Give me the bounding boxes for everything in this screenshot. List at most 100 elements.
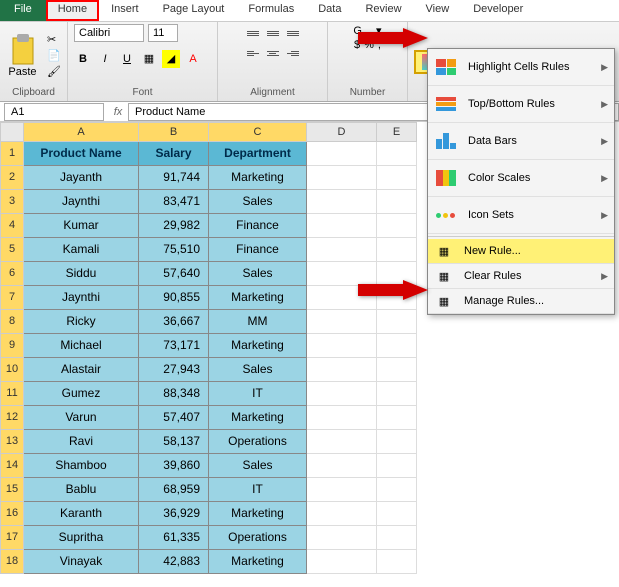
col-header-B[interactable]: B bbox=[139, 122, 209, 142]
cell[interactable]: Marketing bbox=[209, 166, 307, 190]
row-header[interactable]: 18 bbox=[0, 550, 24, 574]
cell[interactable]: Department bbox=[209, 142, 307, 166]
cell[interactable]: Operations bbox=[209, 526, 307, 550]
cell[interactable]: 91,744 bbox=[139, 166, 209, 190]
fx-icon[interactable]: fx bbox=[108, 106, 128, 118]
cell[interactable] bbox=[307, 478, 377, 502]
menu-top-bottom[interactable]: Top/Bottom Rules ▶ bbox=[428, 86, 614, 123]
cell[interactable]: Jaynthi bbox=[24, 190, 139, 214]
border-button[interactable]: ▦ bbox=[140, 50, 158, 68]
menu-icon-sets[interactable]: Icon Sets ▶ bbox=[428, 197, 614, 234]
cell[interactable] bbox=[377, 430, 417, 454]
row-header[interactable]: 11 bbox=[0, 382, 24, 406]
align-middle-button[interactable] bbox=[264, 24, 282, 42]
cell[interactable]: Ricky bbox=[24, 310, 139, 334]
cell[interactable]: 88,348 bbox=[139, 382, 209, 406]
row-header[interactable]: 13 bbox=[0, 430, 24, 454]
cell[interactable]: Alastair bbox=[24, 358, 139, 382]
row-header[interactable]: 8 bbox=[0, 310, 24, 334]
bold-button[interactable]: B bbox=[74, 50, 92, 68]
cell[interactable] bbox=[307, 334, 377, 358]
cell[interactable] bbox=[307, 358, 377, 382]
cell[interactable]: Marketing bbox=[209, 406, 307, 430]
tab-formulas[interactable]: Formulas bbox=[236, 0, 306, 21]
cell[interactable]: Marketing bbox=[209, 286, 307, 310]
tab-developer[interactable]: Developer bbox=[461, 0, 535, 21]
tab-insert[interactable]: Insert bbox=[99, 0, 151, 21]
copy-icon[interactable]: 📄 bbox=[47, 49, 61, 63]
cell[interactable] bbox=[307, 550, 377, 574]
cell[interactable]: Jayanth bbox=[24, 166, 139, 190]
row-header[interactable]: 7 bbox=[0, 286, 24, 310]
cell[interactable]: Marketing bbox=[209, 502, 307, 526]
name-box[interactable] bbox=[4, 103, 104, 121]
cell[interactable]: 61,335 bbox=[139, 526, 209, 550]
cell[interactable]: Vinayak bbox=[24, 550, 139, 574]
cell[interactable]: Marketing bbox=[209, 334, 307, 358]
cell[interactable]: Kamali bbox=[24, 238, 139, 262]
tab-page-layout[interactable]: Page Layout bbox=[151, 0, 237, 21]
cell[interactable] bbox=[377, 358, 417, 382]
format-painter-icon[interactable]: 🖌 bbox=[47, 65, 61, 79]
cell[interactable]: IT bbox=[209, 478, 307, 502]
cell[interactable]: IT bbox=[209, 382, 307, 406]
menu-new-rule[interactable]: ▦ New Rule... bbox=[428, 239, 614, 264]
cell[interactable]: Sales bbox=[209, 190, 307, 214]
font-size-input[interactable] bbox=[148, 24, 178, 42]
cell[interactable]: Marketing bbox=[209, 550, 307, 574]
cell[interactable]: Kumar bbox=[24, 214, 139, 238]
cell[interactable] bbox=[307, 214, 377, 238]
row-header[interactable]: 12 bbox=[0, 406, 24, 430]
cell[interactable]: Supritha bbox=[24, 526, 139, 550]
row-header[interactable]: 14 bbox=[0, 454, 24, 478]
cell[interactable]: Siddu bbox=[24, 262, 139, 286]
italic-button[interactable]: I bbox=[96, 50, 114, 68]
menu-data-bars[interactable]: Data Bars ▶ bbox=[428, 123, 614, 160]
cell[interactable] bbox=[377, 142, 417, 166]
select-all-corner[interactable] bbox=[0, 122, 24, 142]
cell[interactable]: 90,855 bbox=[139, 286, 209, 310]
cell[interactable]: 57,407 bbox=[139, 406, 209, 430]
cell[interactable] bbox=[307, 142, 377, 166]
cell[interactable] bbox=[307, 310, 377, 334]
cell[interactable] bbox=[377, 238, 417, 262]
row-header[interactable]: 10 bbox=[0, 358, 24, 382]
align-right-button[interactable] bbox=[284, 44, 302, 62]
cell[interactable] bbox=[377, 190, 417, 214]
cell[interactable]: Operations bbox=[209, 430, 307, 454]
cell[interactable] bbox=[377, 478, 417, 502]
cell[interactable] bbox=[377, 382, 417, 406]
cell[interactable]: 27,943 bbox=[139, 358, 209, 382]
tab-review[interactable]: Review bbox=[353, 0, 413, 21]
cell[interactable]: Karanth bbox=[24, 502, 139, 526]
cell[interactable] bbox=[307, 166, 377, 190]
align-bottom-button[interactable] bbox=[284, 24, 302, 42]
col-header-D[interactable]: D bbox=[307, 122, 377, 142]
cell[interactable]: Bablu bbox=[24, 478, 139, 502]
cell[interactable]: Shamboo bbox=[24, 454, 139, 478]
cell[interactable] bbox=[307, 430, 377, 454]
cell[interactable]: Gumez bbox=[24, 382, 139, 406]
cell[interactable]: 36,667 bbox=[139, 310, 209, 334]
fill-color-button[interactable]: ◢ bbox=[162, 50, 180, 68]
tab-home[interactable]: Home bbox=[46, 0, 99, 21]
cell[interactable] bbox=[377, 214, 417, 238]
cell[interactable]: Sales bbox=[209, 358, 307, 382]
row-header[interactable]: 6 bbox=[0, 262, 24, 286]
paste-button[interactable]: Paste bbox=[6, 34, 39, 78]
menu-color-scales[interactable]: Color Scales ▶ bbox=[428, 160, 614, 197]
cell[interactable] bbox=[307, 238, 377, 262]
cell[interactable] bbox=[377, 454, 417, 478]
underline-button[interactable]: U bbox=[118, 50, 136, 68]
menu-manage-rules[interactable]: ▦ Manage Rules... bbox=[428, 289, 614, 314]
cell[interactable] bbox=[307, 190, 377, 214]
align-center-button[interactable] bbox=[264, 44, 282, 62]
row-header[interactable]: 17 bbox=[0, 526, 24, 550]
cell[interactable] bbox=[377, 550, 417, 574]
tab-view[interactable]: View bbox=[414, 0, 462, 21]
font-name-input[interactable] bbox=[74, 24, 144, 42]
cell[interactable]: 29,982 bbox=[139, 214, 209, 238]
col-header-E[interactable]: E bbox=[377, 122, 417, 142]
cell[interactable] bbox=[377, 502, 417, 526]
cell[interactable]: Finance bbox=[209, 238, 307, 262]
